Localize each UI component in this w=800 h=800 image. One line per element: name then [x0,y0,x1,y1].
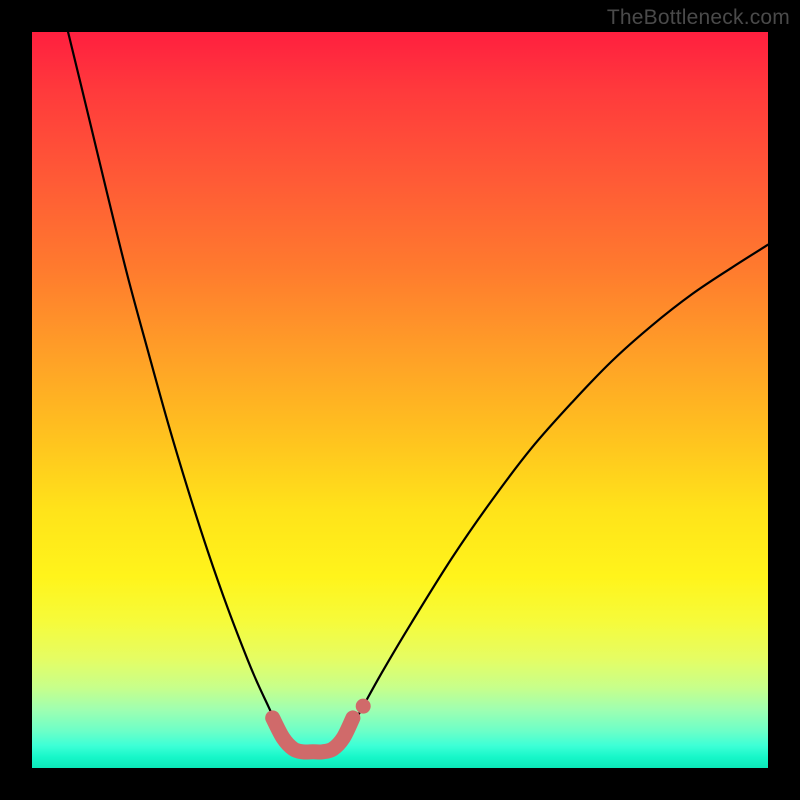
right-curve [340,245,768,744]
valley-highlight [273,718,353,752]
plot-area [32,32,768,768]
chart-frame: TheBottleneck.com [0,0,800,800]
left-curve [68,32,288,744]
watermark-text: TheBottleneck.com [607,6,790,30]
curve-layer [32,32,768,768]
highlight-marker-dot [356,699,371,714]
